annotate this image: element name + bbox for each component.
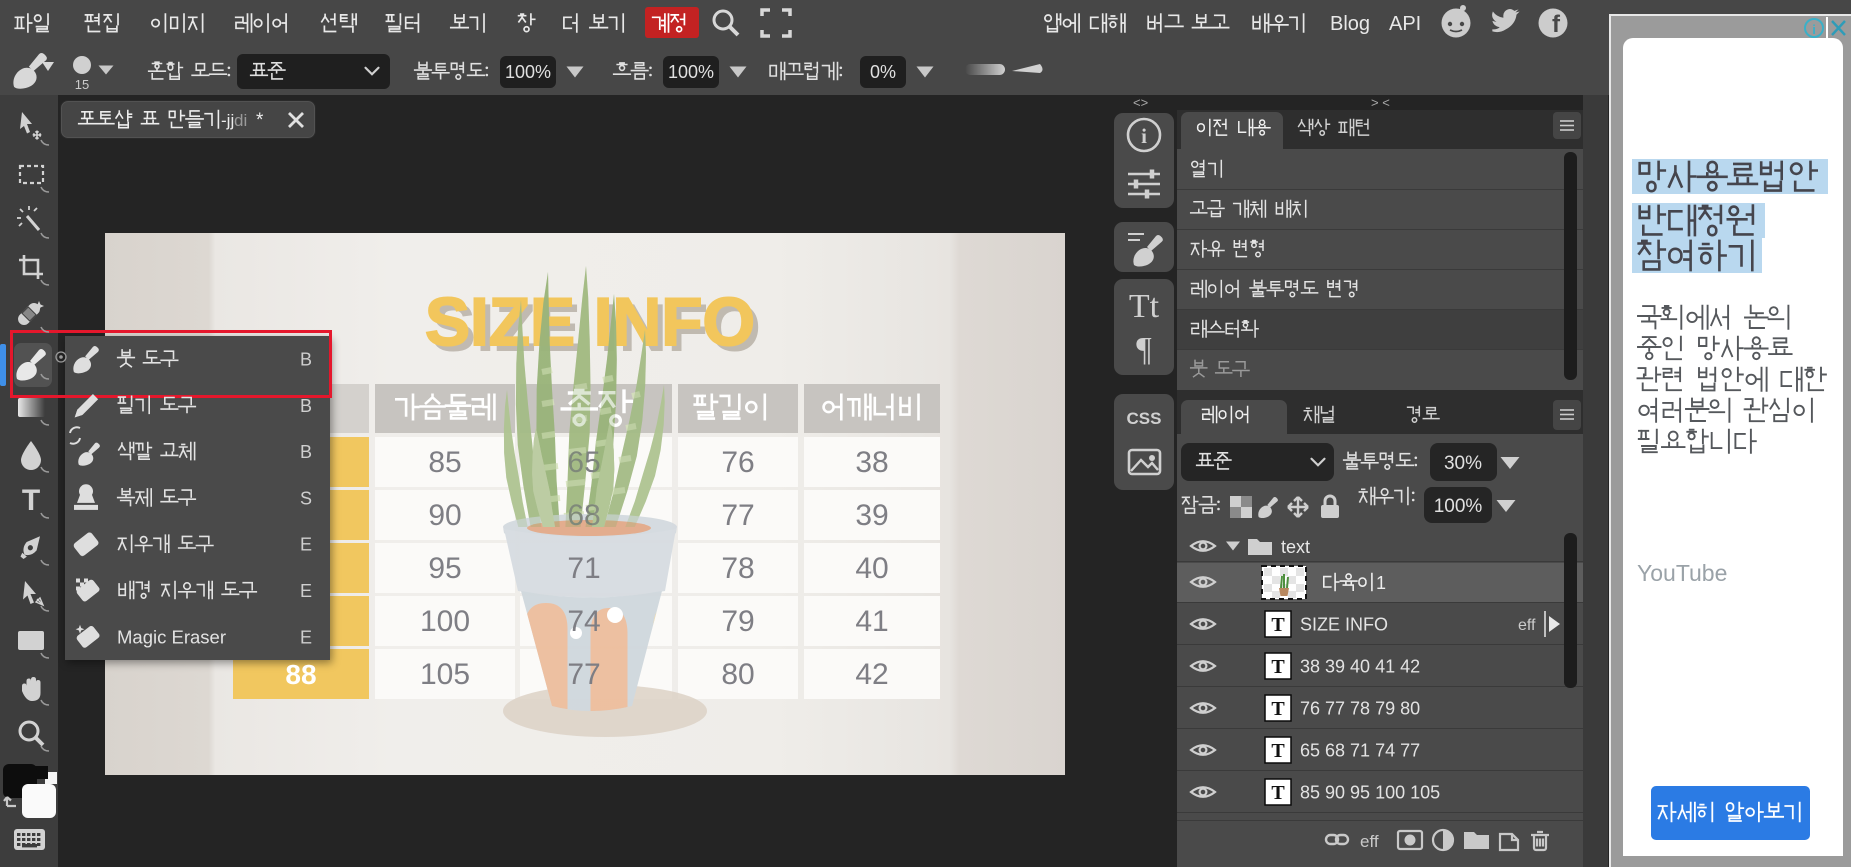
svg-text:> <: > < <box>1371 95 1390 110</box>
